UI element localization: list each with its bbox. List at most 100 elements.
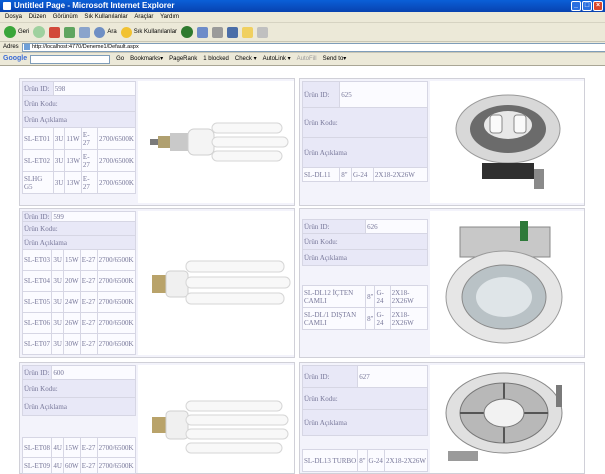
product-image	[138, 211, 294, 355]
id-label: Ürün ID:	[21, 365, 53, 380]
desc-label: Ürün Açıklama	[302, 137, 428, 168]
id-label: Ürün ID:	[21, 211, 53, 222]
table-row: SL-DL12 İÇTEN CAMLI 8" G-24 2X18-2X26W	[301, 285, 429, 308]
maximize-button[interactable]: □	[582, 1, 592, 11]
cfl-bulb-image	[152, 260, 291, 305]
desc-label: Ürün Açıklama	[22, 235, 136, 250]
id-label: Ürün ID:	[22, 81, 54, 96]
product-image	[430, 211, 584, 355]
id-value: 626	[365, 219, 428, 234]
table-row: SL-DL11 8" G-24 2X18-2X26W	[301, 167, 429, 182]
refresh-icon[interactable]	[64, 26, 76, 38]
table-row: SLHG G5 3U 13W E-27 2700/6500K	[22, 171, 137, 194]
menu-favorites[interactable]: Sık Kullanılanlar	[84, 14, 127, 20]
menu-file[interactable]: Dosya	[5, 14, 22, 20]
downlight-glass-image	[445, 221, 563, 344]
product-image	[138, 81, 294, 203]
menu-help[interactable]: Yardım	[160, 14, 179, 20]
id-value: 625	[339, 81, 428, 108]
product-card: Ürün ID: 599 Ürün Kodu: Ürün Açıklama SL-…	[19, 208, 295, 358]
address-input[interactable]: http://localhost:4770/Deneme1/Default.as…	[22, 43, 605, 52]
product-table: Ürün ID: 600 Ürün Kodu: Ürün Açıklama SL-…	[21, 365, 137, 474]
table-row: SL-DL13 TURBO 8" G-24 2X18-2X26W	[301, 449, 429, 472]
code-label: Ürün Kodu:	[22, 221, 136, 236]
code-label: Ürün Kodu:	[302, 233, 428, 250]
messenger-icon[interactable]	[257, 26, 269, 38]
id-label: Ürün ID:	[301, 81, 341, 108]
back-label[interactable]: Geri	[18, 29, 29, 35]
google-pagerank: PageRank	[169, 56, 198, 62]
product-card: Ürün ID: 627 Ürün Kodu: Ürün Açıklama SL-…	[299, 362, 585, 474]
code-label: Ürün Kodu:	[22, 379, 136, 398]
id-value: 600	[51, 365, 136, 380]
google-autofill-button[interactable]: AutoFill	[297, 53, 317, 65]
google-bookmarks-button[interactable]: Bookmarks▾	[130, 53, 163, 65]
desc-label: Ürün Açıklama	[22, 397, 136, 416]
table-row: SL-ET09 4U 60W E-27 2700/6500K	[21, 457, 137, 474]
id-label: Ürün ID:	[301, 365, 359, 388]
mail-icon[interactable]	[197, 26, 209, 38]
table-row: SL-ET01 3U 11W E-27 2700/6500K	[22, 127, 137, 150]
home-icon[interactable]	[79, 26, 91, 38]
address-url[interactable]: http://localhost:4770/Deneme1/Default.as…	[32, 44, 139, 50]
popup-blocked-status[interactable]: 1 blocked	[203, 53, 229, 65]
forward-icon[interactable]	[33, 26, 46, 38]
edit-icon[interactable]	[227, 26, 239, 38]
menu-view[interactable]: Görünüm	[53, 14, 78, 20]
address-label: Adres	[3, 44, 19, 50]
stop-icon[interactable]	[49, 26, 61, 38]
close-button[interactable]: ×	[593, 1, 603, 11]
search-label[interactable]: Ara	[107, 29, 116, 35]
table-row: SL-ET02 3U 13W E-27 2700/6500K	[22, 149, 137, 172]
product-card: Ürün ID: 598 Ürün Kodu: Ürün Açıklama SL-…	[19, 78, 295, 206]
cfl-4u-bulb-image	[152, 400, 289, 454]
downlight-image	[455, 94, 561, 189]
id-label: Ürün ID:	[301, 219, 367, 234]
product-image	[138, 365, 294, 473]
menu-edit[interactable]: Düzen	[29, 14, 46, 20]
product-card: Ürün ID: 625 Ürün Kodu: Ürün Açıklama SL-…	[299, 78, 585, 206]
favorites-label[interactable]: Sık Kullanılanlar	[134, 29, 177, 35]
code-label: Ürün Kodu:	[302, 387, 428, 410]
product-card: Ürün ID: 600 Ürün Kodu: Ürün Açıklama SL-…	[19, 362, 295, 474]
code-label: Ürün Kodu:	[302, 107, 428, 138]
menu-tools[interactable]: Araçlar	[134, 14, 153, 20]
window-title: Untitled Page - Microsoft Internet Explo…	[14, 1, 175, 10]
page-content: Ürün ID: 598 Ürün Kodu: Ürün Açıklama SL-…	[0, 66, 605, 474]
table-row: SL-ET07 3U 30W E-27 2700/6500K	[21, 333, 137, 355]
google-logo[interactable]: Google	[3, 53, 27, 65]
google-toolbar: Google Go Bookmarks▾ PageRank 1 blocked …	[0, 53, 605, 66]
google-sendto-button[interactable]: Send to▾	[323, 53, 347, 65]
table-row: SL-ET06 3U 26W E-27 2700/6500K	[21, 312, 137, 334]
google-autolink-button[interactable]: AutoLink ▾	[263, 53, 291, 65]
id-value: 599	[51, 211, 136, 222]
star-icon[interactable]	[120, 26, 132, 38]
google-go-button[interactable]: Go	[116, 53, 124, 65]
print-icon[interactable]	[212, 26, 224, 38]
ie-icon	[3, 2, 11, 10]
google-search-input[interactable]	[30, 54, 111, 64]
product-card: Ürün ID: 626 Ürün Kodu: Ürün Açıklama SL-…	[299, 208, 585, 358]
folder-icon[interactable]	[242, 26, 254, 38]
table-row: SL-ET05 3U 24W E-27 2700/6500K	[21, 291, 137, 313]
history-icon[interactable]	[181, 26, 194, 38]
turbo-downlight-image	[445, 372, 563, 461]
google-check-button[interactable]: Check ▾	[235, 53, 257, 65]
desc-label: Ürün Açıklama	[302, 409, 428, 436]
code-label: Ürün Kodu:	[22, 95, 136, 112]
minimize-button[interactable]: _	[571, 1, 581, 11]
product-table: Ürün ID: 625 Ürün Kodu: Ürün Açıklama SL-…	[301, 81, 429, 182]
desc-label: Ürün Açıklama	[22, 111, 136, 128]
table-row: SL-ET03 3U 15W E-27 2700/6500K	[21, 249, 137, 271]
back-icon[interactable]	[4, 26, 16, 38]
desc-label: Ürün Açıklama	[302, 249, 428, 266]
toolbar: Geri Ara Sık Kullanılanlar	[0, 23, 605, 42]
address-bar: Adres http://localhost:4770/Deneme1/Defa…	[0, 42, 605, 53]
product-image	[430, 81, 584, 203]
product-table: Ürün ID: 599 Ürün Kodu: Ürün Açıklama SL-…	[21, 211, 137, 355]
table-row: SL-ET04 3U 20W E-27 2700/6500K	[21, 270, 137, 292]
product-image	[430, 365, 584, 473]
search-icon[interactable]	[94, 26, 106, 38]
id-value: 598	[52, 81, 137, 96]
cfl-bulb-image	[150, 122, 289, 162]
